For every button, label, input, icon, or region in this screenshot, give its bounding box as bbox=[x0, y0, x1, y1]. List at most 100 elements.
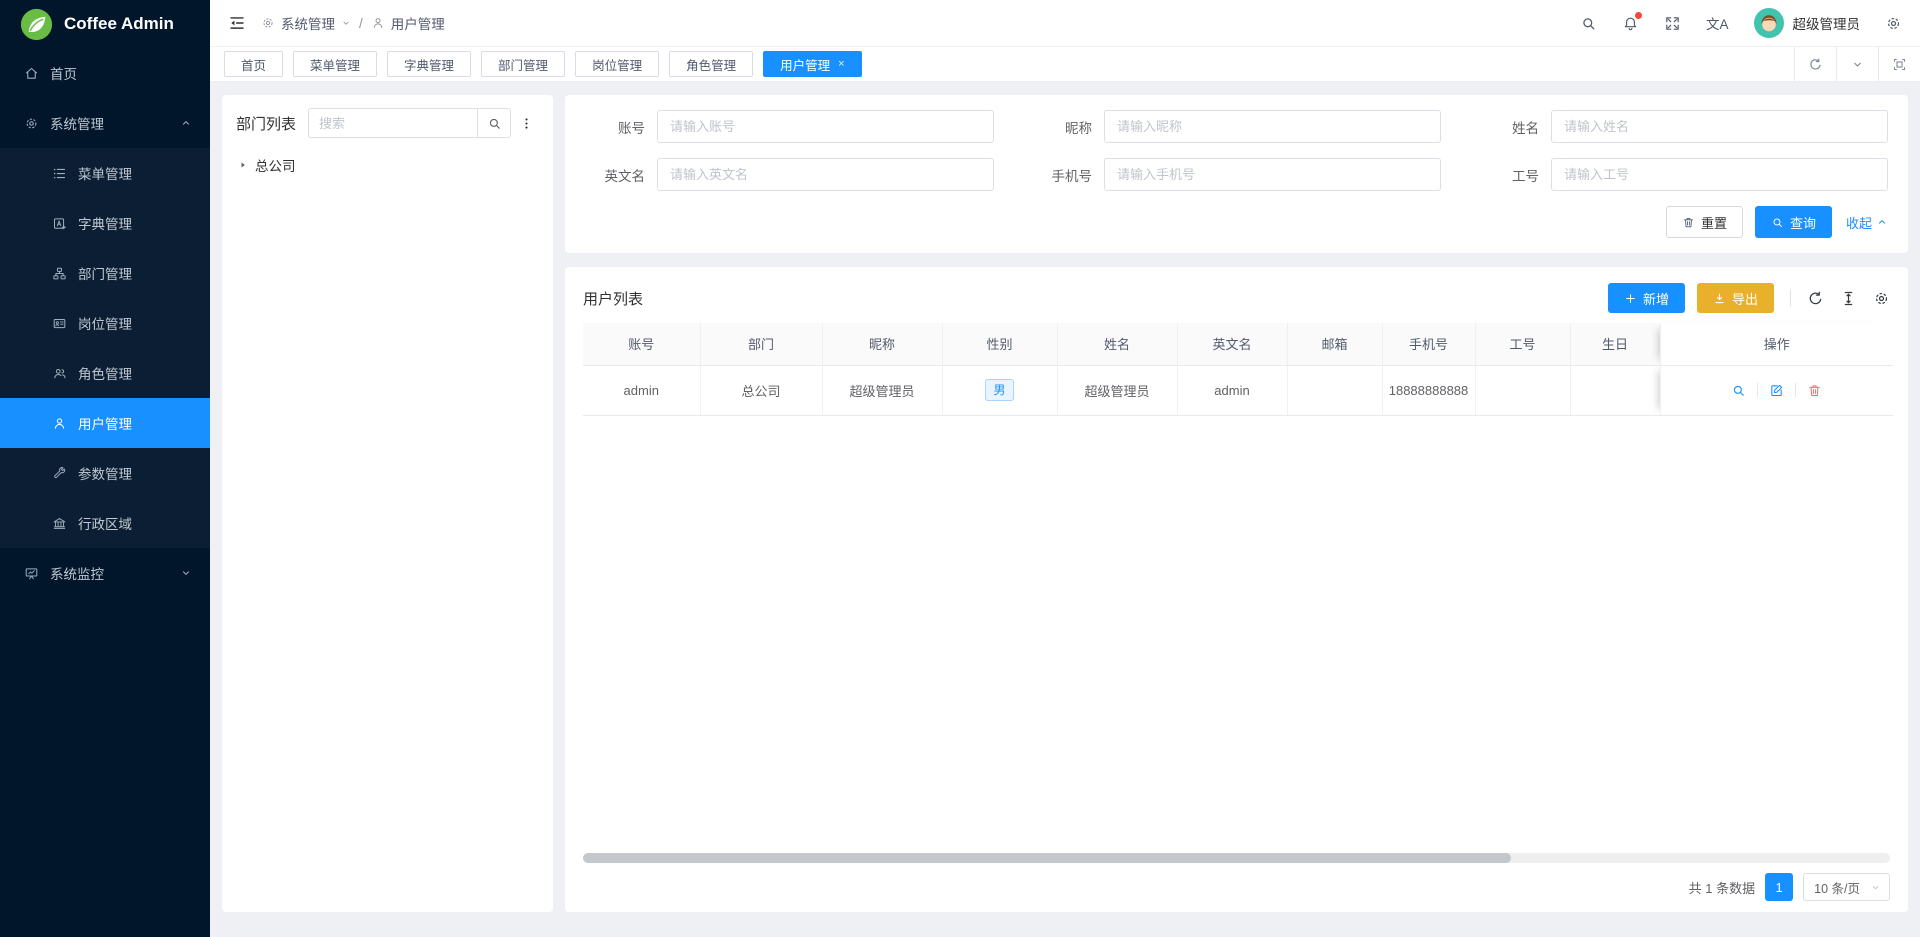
search-icon[interactable] bbox=[1580, 15, 1597, 32]
divider bbox=[1790, 290, 1791, 306]
row-height-icon[interactable] bbox=[1840, 290, 1857, 307]
dept-search-input[interactable] bbox=[308, 108, 477, 138]
export-button[interactable]: 导出 bbox=[1697, 283, 1774, 313]
sidebar-item-label: 菜单管理 bbox=[78, 163, 192, 183]
app-root: Coffee Admin 首页 系统管理 菜单管理 字典管理 bbox=[0, 0, 1920, 937]
col-nickname: 昵称 bbox=[822, 323, 942, 365]
dept-tree-node-root[interactable]: 总公司 bbox=[236, 155, 539, 175]
search-icon bbox=[487, 116, 502, 131]
chevron-up-icon bbox=[1876, 216, 1888, 228]
sidebar: Coffee Admin 首页 系统管理 菜单管理 字典管理 bbox=[0, 0, 210, 937]
leaf-logo-icon bbox=[20, 8, 53, 41]
chevron-down-icon bbox=[1870, 882, 1881, 893]
name-field[interactable] bbox=[1551, 110, 1888, 143]
col-name: 姓名 bbox=[1057, 323, 1177, 365]
sidebar-item-label: 字典管理 bbox=[78, 213, 192, 233]
sidebar-menu: 首页 系统管理 菜单管理 字典管理 部门管理 bbox=[0, 48, 210, 598]
collapse-filters-label: 收起 bbox=[1846, 213, 1872, 232]
sidebar-item-dict-mgmt[interactable]: 字典管理 bbox=[0, 198, 210, 248]
avatar bbox=[1754, 8, 1784, 38]
horizontal-scrollbar[interactable] bbox=[583, 853, 1890, 863]
refresh-tab-button[interactable] bbox=[1794, 47, 1836, 81]
divider bbox=[1757, 383, 1758, 397]
sidebar-item-home[interactable]: 首页 bbox=[0, 48, 210, 98]
dept-panel-title: 部门列表 bbox=[236, 113, 296, 134]
sidebar-item-role-mgmt[interactable]: 角色管理 bbox=[0, 348, 210, 398]
sidebar-item-param-mgmt[interactable]: 参数管理 bbox=[0, 448, 210, 498]
breadcrumb-parent[interactable]: 系统管理 bbox=[281, 13, 335, 33]
sidebar-item-dept-mgmt[interactable]: 部门管理 bbox=[0, 248, 210, 298]
notifications-button[interactable] bbox=[1622, 15, 1639, 32]
breadcrumb: 系统管理 / 用户管理 bbox=[261, 13, 445, 33]
table-header-row: 账号 部门 昵称 性别 姓名 英文名 邮箱 手机号 工号 生日 操作 bbox=[583, 323, 1893, 365]
query-button-label: 查询 bbox=[1790, 213, 1816, 232]
sidebar-item-region[interactable]: 行政区域 bbox=[0, 498, 210, 548]
tab-label: 首页 bbox=[241, 55, 266, 74]
job-no-field[interactable] bbox=[1551, 158, 1888, 191]
translate-icon[interactable]: 文A bbox=[1706, 13, 1729, 33]
sidebar-item-user-mgmt[interactable]: 用户管理 bbox=[0, 398, 210, 448]
cell-actions bbox=[1660, 365, 1893, 415]
query-button[interactable]: 查询 bbox=[1755, 206, 1832, 238]
tab-dict-mgmt[interactable]: 字典管理 bbox=[387, 51, 471, 77]
sidebar-item-system[interactable]: 系统管理 bbox=[0, 98, 210, 148]
users-icon bbox=[52, 366, 67, 381]
sidebar-item-label: 参数管理 bbox=[78, 463, 192, 483]
nickname-field[interactable] bbox=[1104, 110, 1441, 143]
cell-en-name: admin bbox=[1177, 365, 1287, 415]
close-icon[interactable]: × bbox=[838, 58, 844, 70]
en-name-field[interactable] bbox=[657, 158, 994, 191]
pagination-total: 共 1 条数据 bbox=[1689, 878, 1755, 897]
tab-label: 用户管理 bbox=[780, 55, 830, 74]
phone-field[interactable] bbox=[1104, 158, 1441, 191]
tab-role-mgmt[interactable]: 角色管理 bbox=[669, 51, 753, 77]
col-phone: 手机号 bbox=[1382, 323, 1475, 365]
tab-post-mgmt[interactable]: 岗位管理 bbox=[575, 51, 659, 77]
search-form-card: 账号 昵称 姓名 英文名 bbox=[565, 95, 1908, 253]
pagination: 共 1 条数据 1 10 条/页 bbox=[583, 870, 1890, 904]
user-table-title: 用户列表 bbox=[583, 288, 643, 309]
view-icon[interactable] bbox=[1731, 383, 1746, 398]
maximize-content-button[interactable] bbox=[1878, 47, 1920, 81]
field-label-name: 姓名 bbox=[1479, 117, 1551, 137]
add-user-button[interactable]: 新增 bbox=[1608, 283, 1685, 313]
export-button-label: 导出 bbox=[1732, 289, 1758, 308]
sidebar-item-post-mgmt[interactable]: 岗位管理 bbox=[0, 298, 210, 348]
tab-label: 部门管理 bbox=[498, 55, 548, 74]
sidebar-item-monitor[interactable]: 系统监控 bbox=[0, 548, 210, 598]
monitor-icon bbox=[24, 566, 39, 581]
id-card-icon bbox=[52, 316, 67, 331]
tab-user-mgmt[interactable]: 用户管理 × bbox=[763, 51, 861, 77]
tab-dept-mgmt[interactable]: 部门管理 bbox=[481, 51, 565, 77]
home-icon bbox=[24, 66, 39, 81]
sidebar-item-menu-mgmt[interactable]: 菜单管理 bbox=[0, 148, 210, 198]
page-size-select[interactable]: 10 条/页 bbox=[1803, 873, 1890, 901]
settings-gear-icon[interactable] bbox=[1885, 15, 1902, 32]
refresh-table-icon[interactable] bbox=[1807, 290, 1824, 307]
scrollbar-thumb[interactable] bbox=[583, 853, 1511, 863]
user-menu[interactable]: 超级管理员 bbox=[1754, 8, 1861, 38]
dept-search-button[interactable] bbox=[477, 108, 511, 138]
tab-list-dropdown[interactable] bbox=[1836, 47, 1878, 81]
column-settings-gear-icon[interactable] bbox=[1873, 290, 1890, 307]
account-field[interactable] bbox=[657, 110, 994, 143]
col-dept: 部门 bbox=[700, 323, 822, 365]
edit-icon[interactable] bbox=[1769, 383, 1784, 398]
tab-menu-mgmt[interactable]: 菜单管理 bbox=[293, 51, 377, 77]
pagination-page-1[interactable]: 1 bbox=[1765, 873, 1793, 901]
sidebar-item-label: 系统监控 bbox=[50, 563, 169, 583]
dept-more-menu[interactable] bbox=[513, 116, 539, 131]
caret-right-icon[interactable] bbox=[238, 160, 248, 170]
reset-button[interactable]: 重置 bbox=[1666, 206, 1743, 238]
wrench-icon bbox=[52, 466, 67, 481]
chevron-down-icon bbox=[341, 18, 351, 28]
tab-label: 角色管理 bbox=[686, 55, 736, 74]
collapse-filters-link[interactable]: 收起 bbox=[1846, 213, 1888, 232]
notification-dot bbox=[1635, 12, 1642, 19]
tab-home[interactable]: 首页 bbox=[224, 51, 283, 77]
tab-label: 字典管理 bbox=[404, 55, 454, 74]
collapse-sidebar-icon[interactable] bbox=[228, 14, 246, 32]
cell-account: admin bbox=[583, 365, 700, 415]
delete-icon[interactable] bbox=[1807, 383, 1822, 398]
fullscreen-icon[interactable] bbox=[1664, 15, 1681, 32]
